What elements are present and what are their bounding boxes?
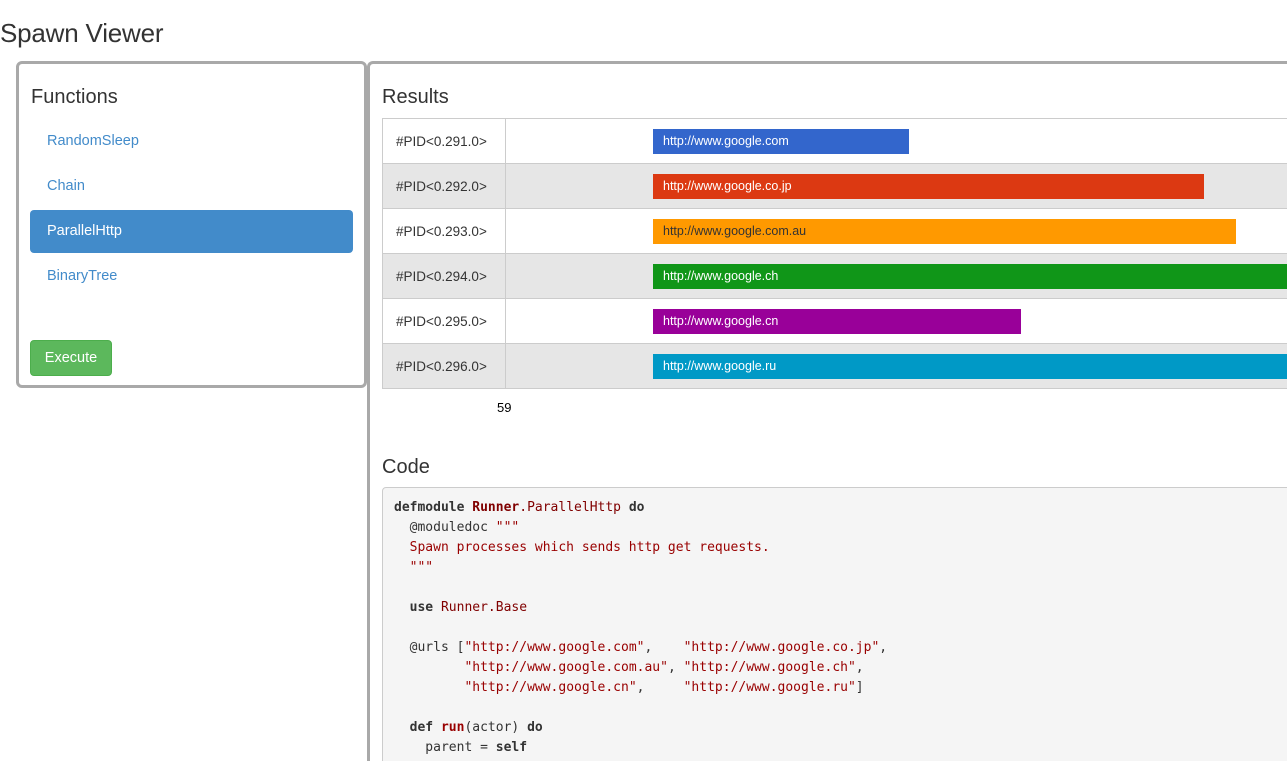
timeline-bar[interactable]: http://www.google.com [653,129,909,154]
code-line: def run(actor) do [409,720,543,735]
execute-button[interactable]: Execute [30,340,112,376]
timeline-row: #PID<0.294.0> http://www.google.ch [382,253,1287,299]
code-line: Spawn processes which sends http get req… [394,540,770,555]
function-item-parallelhttp[interactable]: ParallelHttp [30,210,353,253]
timeline-row: #PID<0.292.0> http://www.google.co.jp [382,163,1287,209]
code-line: use Runner.Base [409,600,528,615]
timeline-bar[interactable]: http://www.google.co.jp [653,174,1204,199]
code-line: @moduledoc """ [409,520,520,535]
function-item-chain[interactable]: Chain [30,165,353,208]
timeline-row: #PID<0.295.0> http://www.google.cn [382,298,1287,344]
code-line: "http://www.google.com.au", "http://www.… [464,660,864,675]
timeline-row: #PID<0.296.0> http://www.google.ru [382,343,1287,389]
timeline-bar[interactable]: http://www.google.cn [653,309,1021,334]
functions-panel: Functions RandomSleep Chain ParallelHttp… [16,61,367,388]
function-item-randomsleep[interactable]: RandomSleep [30,120,353,163]
timeline-axis-label: 59 [497,400,512,415]
code-heading: Code [382,456,430,478]
timeline-row: #PID<0.291.0> http://www.google.com [382,118,1287,164]
main-panel: Results #PID<0.291.0> http://www.google.… [367,61,1287,761]
timeline-bar[interactable]: http://www.google.ch [653,264,1287,289]
app-title: Spawn Viewer [0,18,164,48]
functions-heading: Functions [31,86,118,108]
pid-label: #PID<0.292.0> [382,163,506,209]
timeline-bar[interactable]: http://www.google.com.au [653,219,1236,244]
pid-label: #PID<0.293.0> [382,208,506,254]
pid-label: #PID<0.295.0> [382,298,506,344]
pid-label: #PID<0.294.0> [382,253,506,299]
code-line: defmodule Runner.ParallelHttp do [394,500,645,515]
code-line: @urls ["http://www.google.com", "http://… [409,640,888,655]
results-timeline: #PID<0.291.0> http://www.google.com #PID… [382,118,1287,389]
results-heading: Results [382,86,449,108]
code-line: "http://www.google.cn", "http://www.goog… [464,680,864,695]
code-line: parent = self [394,740,528,755]
pid-label: #PID<0.291.0> [382,118,506,164]
pid-label: #PID<0.296.0> [382,343,506,389]
code-block: defmodule Runner.ParallelHttp do @module… [382,487,1287,761]
timeline-row: #PID<0.293.0> http://www.google.com.au [382,208,1287,254]
timeline-bar[interactable]: http://www.google.ru [653,354,1287,379]
functions-list: RandomSleep Chain ParallelHttp BinaryTre… [30,120,353,300]
function-item-binarytree[interactable]: BinaryTree [30,255,353,298]
code-line: """ [394,560,434,575]
